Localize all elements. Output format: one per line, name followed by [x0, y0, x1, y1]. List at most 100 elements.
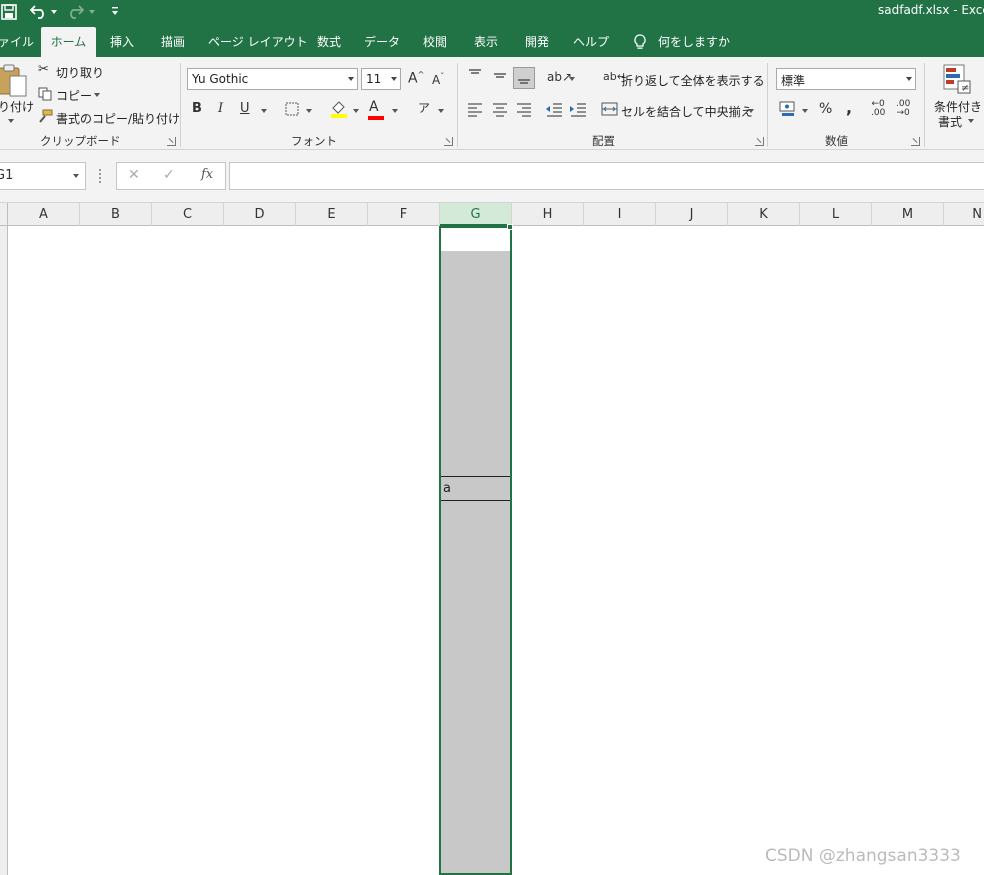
tab-view[interactable]: 表示	[470, 27, 502, 57]
separator	[924, 63, 925, 147]
cut-button[interactable]: 切り取り	[56, 64, 104, 81]
conditional-formatting-icon[interactable]: ≠	[942, 63, 972, 95]
format-painter-button[interactable]: 書式のコピー/貼り付け	[56, 110, 180, 127]
orientation-dropdown-icon[interactable]	[569, 77, 575, 81]
fill-color-dropdown-icon[interactable]	[353, 109, 359, 113]
name-box-value: G1	[0, 168, 14, 183]
increase-indent-icon[interactable]	[569, 101, 587, 117]
phonetic-guide-icon[interactable]: ア	[418, 99, 430, 116]
column-header-c[interactable]: C	[152, 203, 224, 226]
column-header-i[interactable]: I	[584, 203, 656, 226]
undo-dropdown-icon[interactable]	[51, 10, 57, 14]
column-headers: A B C D E F G H I J K L M N	[0, 202, 984, 226]
tab-draw[interactable]: 描画	[157, 27, 189, 57]
alignment-launcher-icon[interactable]	[755, 137, 764, 146]
select-all-corner[interactable]	[0, 203, 8, 226]
save-icon[interactable]	[1, 4, 17, 20]
tab-formulas[interactable]: 数式	[313, 27, 345, 57]
tab-help[interactable]: ヘルプ	[572, 27, 610, 57]
accounting-dropdown-icon[interactable]	[802, 109, 808, 113]
fill-handle[interactable]	[507, 224, 513, 230]
paste-label[interactable]: り付け	[0, 98, 34, 115]
column-header-n[interactable]: N	[944, 203, 984, 226]
cell-with-value[interactable]: a	[441, 476, 510, 501]
column-header-g[interactable]: G	[440, 203, 512, 226]
number-format-value: 標準	[781, 74, 806, 88]
tab-insert[interactable]: 挿入	[106, 27, 138, 57]
column-header-h[interactable]: H	[512, 203, 584, 226]
grow-font-button[interactable]: A^	[408, 70, 424, 87]
enter-icon[interactable]: ✓	[163, 167, 175, 183]
fill-color-icon[interactable]	[330, 100, 348, 118]
column-header-f[interactable]: F	[368, 203, 440, 226]
number-format-select[interactable]: 標準	[776, 68, 916, 90]
wrap-text-button[interactable]: 折り返して全体を表示する	[621, 72, 765, 89]
comma-style-button[interactable]: ,	[846, 98, 852, 117]
borders-icon[interactable]	[285, 102, 299, 116]
number-launcher-icon[interactable]	[911, 137, 920, 146]
increase-decimal-button[interactable]: ←0.00	[871, 100, 885, 118]
underline-button[interactable]: U	[240, 101, 250, 116]
name-box[interactable]: G1	[0, 162, 86, 190]
phonetic-dropdown-icon[interactable]	[438, 109, 444, 113]
column-header-b[interactable]: B	[80, 203, 152, 226]
merge-center-icon	[601, 102, 618, 116]
font-color-dropdown-icon[interactable]	[392, 109, 398, 113]
merge-dropdown-icon[interactable]	[748, 109, 754, 113]
column-header-j[interactable]: J	[656, 203, 728, 226]
italic-button[interactable]: I	[218, 101, 223, 116]
align-left-icon[interactable]	[466, 101, 484, 117]
merge-center-button[interactable]: セルを結合して中央揃え	[621, 103, 753, 120]
copy-button[interactable]: コピー	[56, 87, 92, 104]
cancel-icon[interactable]: ✕	[128, 167, 140, 183]
column-header-e[interactable]: E	[296, 203, 368, 226]
decrease-decimal-button[interactable]: .00 →0	[896, 100, 910, 118]
clipboard-group-label: クリップボード	[40, 134, 121, 148]
font-color-button[interactable]: A	[368, 99, 384, 120]
formula-input[interactable]	[229, 162, 984, 190]
copy-dropdown-icon[interactable]	[94, 93, 100, 97]
decrease-indent-icon[interactable]	[545, 101, 563, 117]
borders-dropdown-icon[interactable]	[306, 109, 312, 113]
tab-data[interactable]: データ	[363, 27, 401, 57]
paste-dropdown-icon[interactable]	[8, 119, 14, 123]
column-header-k[interactable]: K	[728, 203, 800, 226]
font-name-select[interactable]: Yu Gothic	[187, 68, 358, 90]
name-box-dropdown-icon[interactable]	[73, 174, 79, 178]
redo-dropdown-icon	[89, 10, 95, 14]
align-right-icon[interactable]	[515, 101, 533, 117]
percent-style-button[interactable]: %	[819, 101, 832, 117]
conditional-formatting-dropdown-icon[interactable]	[968, 119, 974, 123]
clipboard-launcher-icon[interactable]	[167, 137, 176, 146]
bold-button[interactable]: B	[192, 101, 202, 116]
tab-review[interactable]: 校閲	[419, 27, 451, 57]
align-top-icon[interactable]	[466, 67, 484, 83]
tell-me-search[interactable]: 何をしますか	[658, 27, 730, 57]
tab-page-layout[interactable]: ページ レイアウト	[208, 27, 308, 57]
accounting-format-icon[interactable]	[778, 100, 798, 118]
font-size-select[interactable]: 11	[361, 68, 401, 90]
shrink-font-button[interactable]: Aˇ	[432, 72, 444, 87]
underline-dropdown-icon[interactable]	[261, 109, 267, 113]
column-header-d[interactable]: D	[224, 203, 296, 226]
tab-developer[interactable]: 開発	[521, 27, 553, 57]
undo-icon[interactable]	[30, 3, 48, 19]
align-center-icon[interactable]	[491, 101, 509, 117]
column-header-m[interactable]: M	[872, 203, 944, 226]
column-header-l[interactable]: L	[800, 203, 872, 226]
formula-bar-area: G1 ✕ ✓ fx	[0, 150, 984, 202]
row-headers[interactable]	[0, 226, 8, 875]
tab-file[interactable]: ァイル	[0, 27, 34, 57]
insert-function-button[interactable]: fx	[201, 167, 213, 182]
active-cell[interactable]	[441, 228, 510, 251]
conditional-formatting-label-2[interactable]: 書式	[938, 113, 962, 130]
customize-quick-access-icon[interactable]	[110, 6, 120, 16]
align-bottom-button[interactable]	[513, 67, 535, 89]
align-middle-icon[interactable]	[491, 67, 509, 83]
column-header-a[interactable]: A	[8, 203, 80, 226]
selected-column-g[interactable]	[439, 226, 512, 875]
tab-home[interactable]: ホーム	[41, 27, 96, 57]
font-launcher-icon[interactable]	[444, 137, 453, 146]
title-bar: sadfadf.xlsx - Exce	[0, 0, 984, 27]
paste-icon[interactable]	[0, 63, 28, 97]
